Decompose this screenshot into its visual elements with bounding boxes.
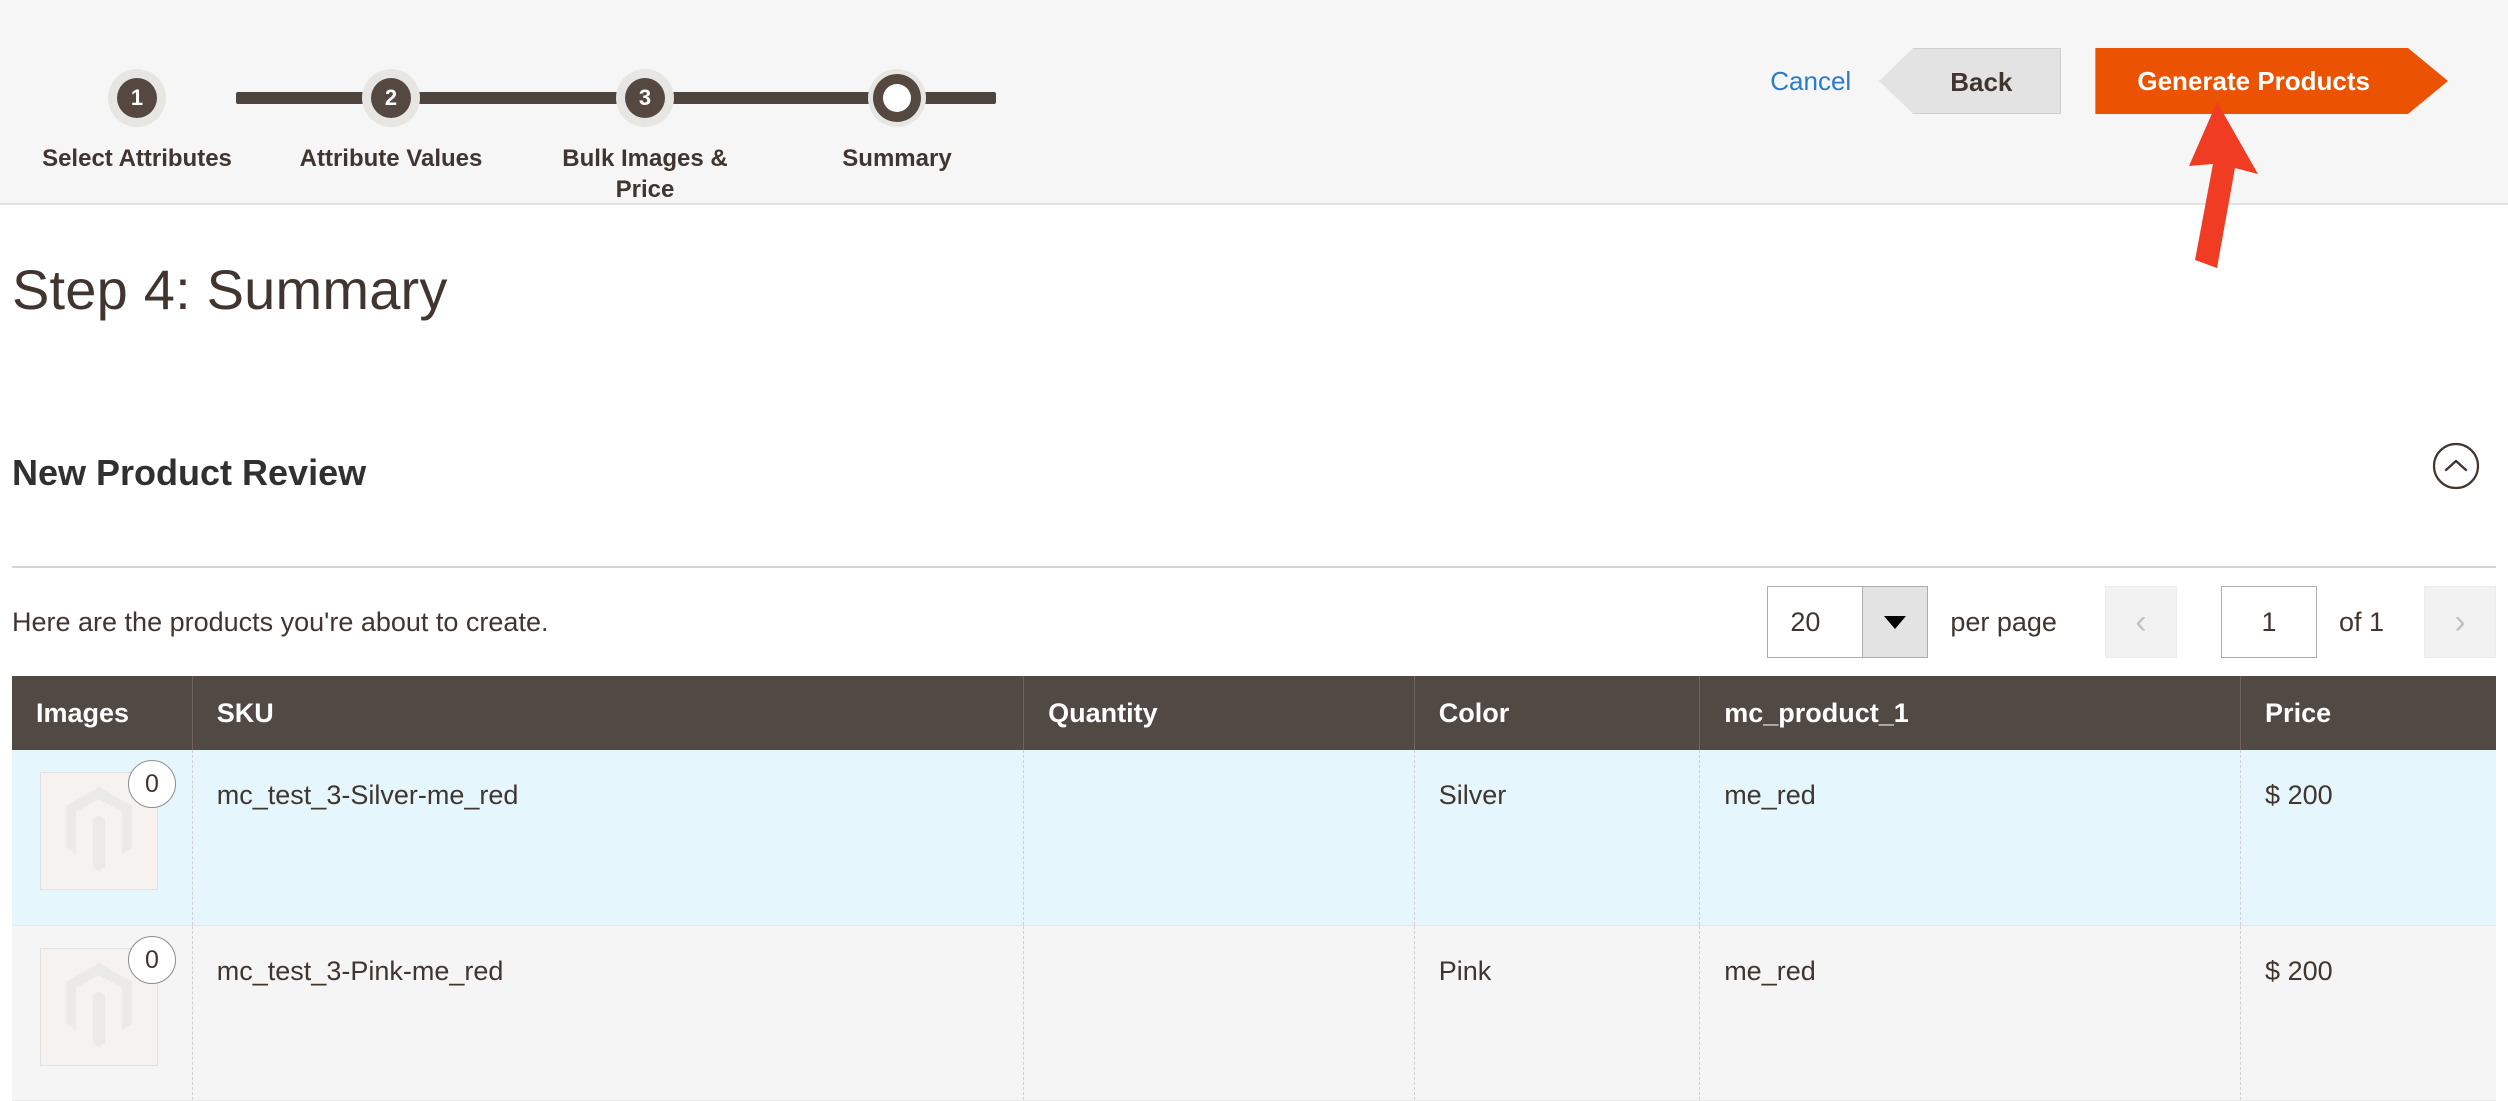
product-thumbnail[interactable]: 0 — [40, 935, 176, 1066]
step-bullet-2: 2 — [362, 69, 420, 127]
cell-images[interactable]: 0 — [12, 925, 193, 1101]
cancel-button[interactable]: Cancel — [1770, 66, 1879, 97]
cell-color: Pink — [1414, 925, 1701, 1101]
per-page-value: 20 — [1790, 606, 1821, 637]
image-count-badge: 0 — [128, 760, 176, 808]
page-title: Step 4: Summary — [12, 258, 448, 321]
step-bullet-4 — [868, 69, 926, 127]
step-label-3: Bulk Images & Price — [562, 145, 728, 203]
chevron-right-icon: › — [2454, 603, 2466, 641]
page-number-input[interactable] — [2220, 586, 2317, 658]
step-label-2: Attribute Values — [299, 145, 483, 172]
step-number-2: 2 — [384, 85, 398, 110]
column-header-price[interactable]: Price — [2240, 676, 2496, 750]
column-header-images[interactable]: Images — [12, 676, 193, 750]
cell-color: Silver — [1414, 750, 1701, 926]
column-header-mc-product-1[interactable]: mc_product_1 — [1699, 676, 2242, 750]
collapse-section-button[interactable] — [2430, 440, 2482, 492]
per-page-label: per page — [1950, 606, 2057, 637]
cell-sku: mc_test_3-Pink-me_red — [192, 925, 1025, 1101]
image-count-badge: 0 — [128, 935, 176, 984]
step-label-1: Select Attributes — [42, 145, 232, 172]
column-header-color[interactable]: Color — [1414, 676, 1701, 750]
table-header-row: Images SKU Quantity Color mc_product_1 P… — [12, 676, 2496, 750]
back-button[interactable]: Back — [1879, 48, 2062, 114]
table-body: 0 mc_test_3-Silver-me_red Silver me_red … — [12, 750, 2496, 1101]
step-bullet-1: 1 — [108, 69, 166, 127]
cell-price: $ 200 — [2240, 750, 2496, 926]
table-header: Images SKU Quantity Color mc_product_1 P… — [12, 676, 2496, 750]
grid-toolbar: Here are the products you're about to cr… — [12, 568, 2496, 676]
cell-images[interactable]: 0 — [12, 750, 193, 926]
cell-quantity[interactable] — [1023, 925, 1415, 1101]
next-page-button[interactable]: › — [2424, 586, 2496, 658]
column-header-quantity[interactable]: Quantity — [1023, 676, 1415, 750]
previous-page-button[interactable]: ‹ — [2104, 586, 2177, 658]
cell-mc-product-1: me_red — [1699, 750, 2242, 926]
new-product-review-header: New Product Review — [0, 432, 2508, 514]
wizard-header-bar: 1 Select Attributes 2 Attribute Values 3… — [0, 0, 2508, 268]
cell-sku: mc_test_3-Silver-me_red — [192, 750, 1025, 926]
magento-placeholder-icon — [66, 962, 132, 1047]
column-header-sku[interactable]: SKU — [192, 676, 1025, 750]
magento-placeholder-icon — [66, 787, 132, 871]
wizard-step-select-attributes[interactable]: 1 Select Attributes — [22, 30, 252, 175]
grid-description: Here are the products you're about to cr… — [12, 606, 549, 637]
step-number-3: 3 — [638, 85, 652, 110]
step-label-4: Summary — [842, 145, 952, 172]
chevron-left-icon: ‹ — [2135, 603, 2147, 641]
new-products-table: Images SKU Quantity Color mc_product_1 P… — [12, 676, 2496, 1101]
product-thumbnail[interactable]: 0 — [40, 760, 176, 890]
total-pages-label: of 1 — [2338, 606, 2384, 637]
cell-price: $ 200 — [2240, 925, 2496, 1101]
per-page-select[interactable]: 20 — [1767, 586, 1929, 658]
wizard-step-attribute-values[interactable]: 2 Attribute Values — [276, 30, 506, 175]
wizard-step-summary[interactable]: Summary — [782, 30, 1012, 175]
per-page-dropdown-button[interactable] — [1862, 587, 1928, 657]
step-number-1: 1 — [130, 85, 144, 110]
caret-down-icon — [1884, 615, 1907, 629]
table-row[interactable]: 0 mc_test_3-Silver-me_red Silver me_red … — [12, 750, 2496, 926]
cell-mc-product-1: me_red — [1699, 925, 2242, 1101]
grid-pagination: 20 per page ‹ of 1 › — [1767, 586, 2496, 658]
wizard-step-navigation: 1 Select Attributes 2 Attribute Values 3… — [42, 30, 996, 203]
wizard-step-bulk-images-price[interactable]: 3 Bulk Images & Price — [530, 30, 760, 205]
section-title: New Product Review — [12, 452, 367, 493]
wizard-action-buttons: Cancel Back Generate Products — [1770, 48, 2480, 114]
chevron-up-circle-icon — [2432, 442, 2480, 490]
generate-products-button[interactable]: Generate Products — [2095, 48, 2448, 114]
table-row[interactable]: 0 mc_test_3-Pink-me_red Pink me_red $ 20… — [12, 925, 2496, 1101]
step-bullet-3: 3 — [616, 69, 674, 127]
cell-quantity[interactable] — [1023, 750, 1415, 926]
